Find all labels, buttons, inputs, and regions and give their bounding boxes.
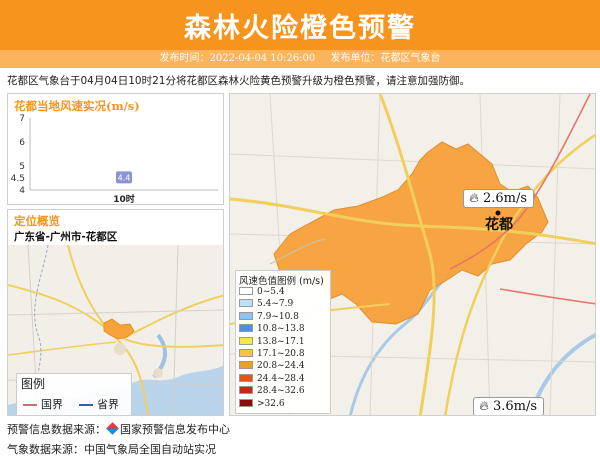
scale-row: >32.6 xyxy=(239,398,285,410)
scale-swatch xyxy=(239,349,253,357)
scale-swatch xyxy=(239,336,253,345)
wind-color-scale: 风速色值图例 (m/s) 0~5.4 5.4~7.9 7.9~10.8 10.8~13… xyxy=(235,270,331,414)
scale-swatch xyxy=(239,324,253,333)
wind-data-label: 4.4 xyxy=(118,173,131,182)
legend-swatch-provincial xyxy=(79,404,93,406)
location-panel: 定位概览 广东省-广州市-花都区 图例 国界 省界 xyxy=(7,209,224,416)
y-tick-label: 7 xyxy=(19,114,25,124)
scale-swatch xyxy=(239,386,253,395)
scale-swatch xyxy=(239,287,253,295)
legend-item-national-border: 国界 xyxy=(23,396,63,412)
legend-item-provincial-border: 省界 xyxy=(79,396,119,412)
header-banner: 森林火险橙色预警 发布时间：2022-04-04 10:26:00 发布单位：花… xyxy=(0,0,600,68)
legend-swatch-national xyxy=(23,404,37,406)
wind-badge-1: 🔥︎ 2.6m/s xyxy=(463,189,535,208)
scale-row: 13.8~17.1 xyxy=(239,336,305,348)
publisher: 发布单位：花都区气象台 xyxy=(330,53,441,64)
scale-swatch xyxy=(239,398,253,407)
map-legend: 图例 国界 省界 xyxy=(16,373,132,415)
weather-source: 气象数据来源：中国气象局全国自动站实况 xyxy=(7,443,216,456)
warning-source: 预警信息数据来源： 国家预警信息发布中心 xyxy=(7,422,230,436)
source-logo-icon xyxy=(106,422,119,435)
scale-row: 20.8~24.4 xyxy=(239,361,305,372)
scale-row: 0~5.4 xyxy=(239,287,285,298)
page-title: 森林火险橙色预警 xyxy=(184,13,416,44)
y-tick-label: 6 xyxy=(19,138,25,148)
flame-icon: 🔥︎ xyxy=(469,191,479,206)
warning-source-link[interactable]: 国家预警信息发布中心 xyxy=(120,423,230,436)
wind-badge-2: 🔥︎ 3.6m/s xyxy=(473,397,545,415)
legend-title: 图例 xyxy=(21,377,46,391)
y-tick-label: 4.5 xyxy=(11,174,25,184)
wind-speed-panel: 花都当地风速实况(m/s) 7 6 5 4.5 4 4.4 10时 xyxy=(7,93,224,205)
x-category-label: 10时 xyxy=(113,193,135,205)
scale-row: 10.8~13.8 xyxy=(239,324,305,335)
scale-row: 24.4~28.4 xyxy=(239,373,305,385)
header-meta: 发布时间：2022-04-04 10:26:00 发布单位：花都区气象台 xyxy=(0,50,600,68)
scale-row: 17.1~20.8 xyxy=(239,349,305,360)
district-label: 花都 xyxy=(485,217,513,233)
y-tick-label: 4 xyxy=(19,186,25,196)
location-panel-title: 定位概览 xyxy=(14,214,60,228)
scale-swatch xyxy=(239,373,253,382)
scale-swatch xyxy=(239,299,253,308)
scale-row: 5.4~7.9 xyxy=(239,299,293,310)
location-subtitle: 广东省-广州市-花都区 xyxy=(14,231,118,243)
scale-swatch xyxy=(239,311,253,320)
scale-title: 风速色值图例 (m/s) xyxy=(239,276,324,287)
main-map[interactable]: 花都 🔥︎ 2.6m/s 🔥︎ 3.6m/s 风速色值图例 (m/s) 0~5.4 5… xyxy=(229,93,596,416)
scale-row: 7.9~10.8 xyxy=(239,311,299,323)
wind-chart: 7 6 5 4.5 4 4.4 10时 xyxy=(11,114,218,205)
publish-time: 发布时间：2022-04-04 10:26:00 xyxy=(159,53,316,64)
scale-swatch xyxy=(239,361,253,370)
flame-icon: 🔥︎ xyxy=(479,399,489,414)
scale-row: 28.4~32.6 xyxy=(239,386,305,397)
y-tick-label: 5 xyxy=(19,162,25,172)
warning-summary: 花都区气象台于04月04日10时21分将花都区森林火险黄色预警升级为橙色预警，请… xyxy=(7,75,470,87)
